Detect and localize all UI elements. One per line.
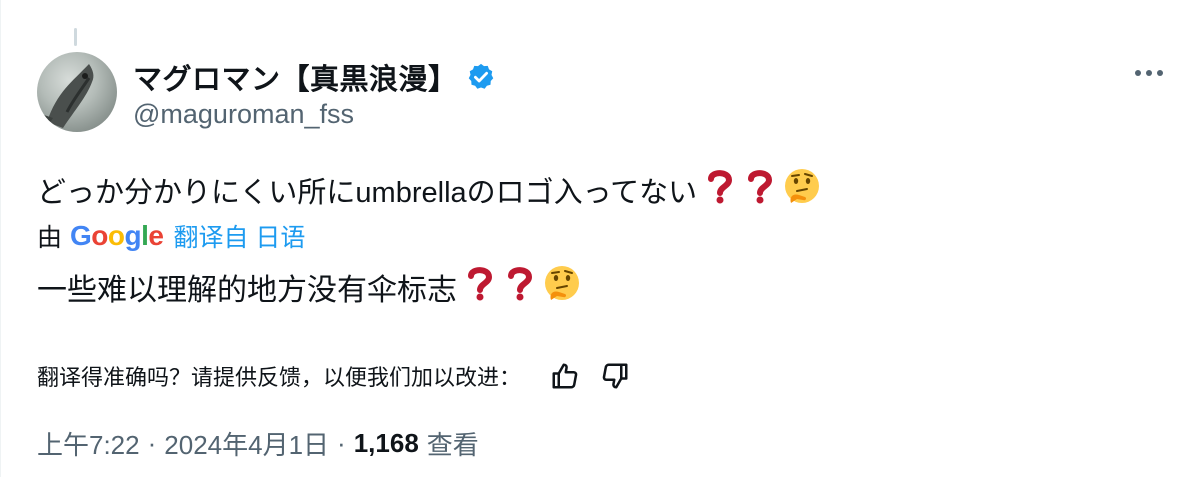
- translation-attribution: 由 Google 翻译自 日语: [37, 218, 305, 254]
- thumbs-down-button[interactable]: [595, 356, 635, 396]
- translated-text-row: 一些难以理解的地方没有伞标志: [37, 264, 581, 310]
- avatar-fish-image: [41, 64, 94, 128]
- more-dots-icon: [1135, 70, 1163, 76]
- red-question-mark-icon: [503, 265, 537, 309]
- red-question-mark-icon: [743, 168, 777, 212]
- thumbs-up-icon: [552, 363, 578, 389]
- author-name-row[interactable]: マグロマン【真黒浪漫】: [133, 56, 496, 98]
- tweet-metadata: 上午7:22 · 2024年4月1日 · 1,168 查看: [37, 425, 479, 462]
- tweet-text: どっか分かりにくい所にumbrellaのロゴ入ってない: [37, 177, 698, 209]
- thinking-face-icon: [783, 167, 821, 213]
- avatar[interactable]: [37, 52, 117, 132]
- feedback-prompt: 翻译得准确吗？请提供反馈，以便我们加以改进：: [37, 365, 522, 390]
- thumbs-up-button[interactable]: [545, 356, 585, 396]
- tweet-time[interactable]: 上午7:22: [37, 425, 140, 462]
- google-logo: Google: [70, 220, 164, 251]
- meta-separator: ·: [337, 428, 346, 458]
- thinking-face-icon: [543, 264, 581, 310]
- translation-feedback: 翻译得准确吗？请提供反馈，以便我们加以改进：: [37, 356, 635, 396]
- translated-from-link[interactable]: 翻译自 日语: [173, 218, 305, 254]
- tweet-card: マグロマン【真黒浪漫】 @maguroman_fss どっか分かりにくい所にum…: [0, 0, 1197, 477]
- views-count[interactable]: 1,168: [354, 428, 419, 459]
- author-display-name[interactable]: マグロマン【真黒浪漫】: [133, 56, 458, 98]
- red-question-mark-icon: [463, 265, 497, 309]
- more-options-button[interactable]: [1129, 58, 1169, 88]
- tweet-date[interactable]: 2024年4月1日: [164, 425, 329, 462]
- tweet-body: どっか分かりにくい所にumbrellaのロゴ入ってない: [37, 167, 821, 213]
- translated-by-label: 由: [37, 224, 63, 252]
- thread-connector-line: [74, 28, 77, 46]
- thumbs-down-icon: [602, 363, 628, 389]
- meta-separator: ·: [147, 428, 157, 458]
- verified-badge-icon[interactable]: [466, 62, 496, 92]
- author-handle[interactable]: @maguroman_fss: [133, 99, 354, 130]
- views-label: 查看: [426, 430, 479, 460]
- translated-text: 一些难以理解的地方没有伞标志: [37, 274, 457, 307]
- red-question-mark-icon: [703, 168, 737, 212]
